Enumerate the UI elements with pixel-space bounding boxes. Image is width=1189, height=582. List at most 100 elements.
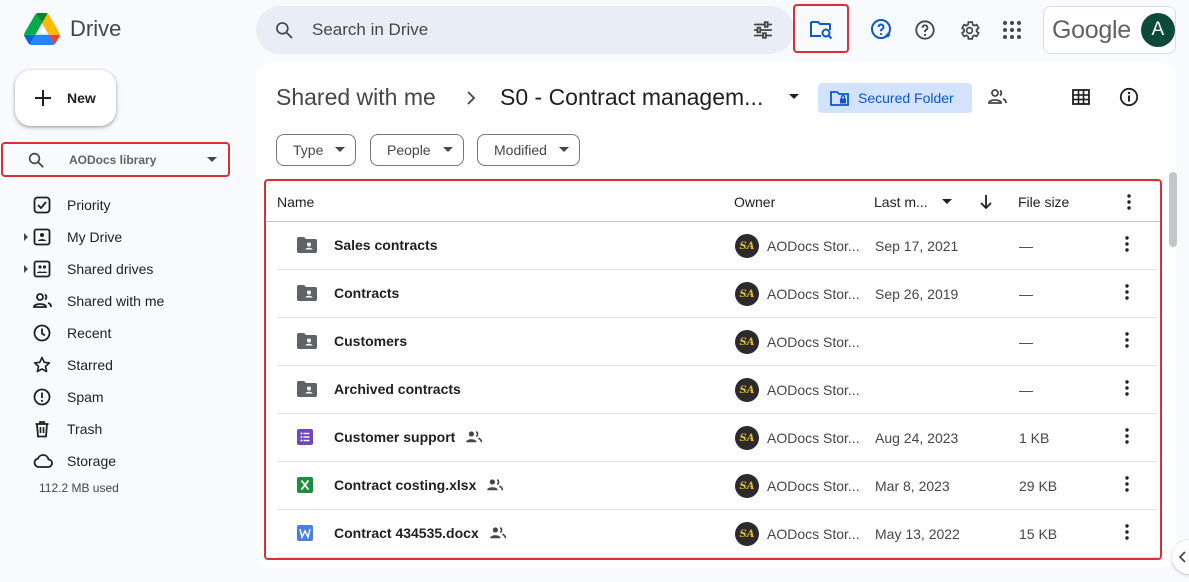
sidebar-item-my-drive[interactable]: My Drive [0, 221, 250, 253]
more-vert-icon[interactable] [1125, 524, 1129, 540]
sidebar-item-shared-with-me[interactable]: Shared with me [0, 285, 250, 317]
info-icon[interactable] [1119, 87, 1139, 107]
more-vert-icon[interactable] [1125, 476, 1129, 492]
shared-indicator [489, 526, 507, 540]
table-row[interactable]: Customer support SA AODocs Stor... Aug 24, … [277, 414, 1157, 462]
file-name-cell: Sales contracts [334, 237, 438, 253]
filter-label: Type [293, 142, 324, 158]
filter-modified[interactable]: Modified [477, 134, 580, 166]
help-button[interactable] [913, 18, 937, 42]
secured-folder-label: Secured Folder [858, 90, 954, 106]
row-more-button[interactable] [1125, 284, 1129, 300]
chevron-down-icon[interactable] [942, 199, 952, 205]
shared-folder-icon [297, 285, 317, 301]
table-row[interactable]: Contracts SA AODocs Stor... Sep 26, 2019 — [277, 270, 1157, 318]
sidebar-item-priority[interactable]: Priority [0, 189, 250, 221]
star-icon [33, 356, 51, 373]
column-last-modified[interactable]: Last m... [874, 194, 928, 210]
more-vert-icon[interactable] [1125, 380, 1129, 396]
row-more-button[interactable] [1125, 380, 1129, 396]
file-name: Contracts [334, 285, 400, 301]
locked-folder-icon [830, 91, 849, 106]
expand-arrow-icon[interactable] [23, 233, 29, 241]
scrollbar[interactable] [1169, 172, 1177, 247]
row-more-button[interactable] [1125, 428, 1129, 444]
expand-arrow-icon[interactable] [23, 265, 29, 273]
search-options-icon[interactable] [752, 19, 774, 41]
chevron-left-icon [1179, 551, 1186, 563]
account-switcher[interactable]: Google A [1043, 6, 1176, 54]
plus-icon [35, 90, 51, 106]
drive-logo[interactable]: Drive [24, 13, 121, 45]
table-row[interactable]: Contract costing.xlsx SA AODocs Stor... Mar… [277, 462, 1157, 510]
sidebar-item-shared-drives[interactable]: Shared drives [0, 253, 250, 285]
secured-folder-badge[interactable]: Secured Folder [818, 83, 972, 113]
owner-avatar: SA [735, 474, 759, 498]
sidebar-item-label: Recent [67, 325, 112, 341]
search-icon[interactable] [274, 20, 294, 40]
avatar[interactable]: A [1140, 13, 1175, 47]
search-icon [28, 152, 44, 168]
sidebar-item-starred[interactable]: Starred [0, 349, 250, 381]
last-modified: May 13, 2022 [875, 526, 960, 542]
sidebar-item-recent[interactable]: Recent [0, 317, 250, 349]
filter-type[interactable]: Type [276, 134, 357, 166]
owner-avatar: SA [735, 426, 759, 450]
file-name: Sales contracts [334, 237, 438, 253]
new-button[interactable]: New [15, 70, 116, 126]
table-row[interactable]: Archived contracts SA AODocs Stor... — [277, 366, 1157, 414]
trash-icon [35, 421, 49, 438]
sidebar-item-spam[interactable]: Spam [0, 381, 250, 413]
breadcrumb-parent[interactable]: Shared with me [276, 84, 436, 111]
search-input[interactable]: Search in Drive [312, 20, 752, 40]
table-row[interactable]: Customers SA AODocs Stor... — [277, 318, 1157, 366]
manage-access-icon[interactable] [988, 88, 1008, 106]
more-vert-icon[interactable] [1125, 428, 1129, 444]
column-owner[interactable]: Owner [734, 194, 775, 210]
forms-icon [297, 429, 313, 445]
shared-folder-icon [297, 333, 317, 349]
file-type-icon [297, 429, 313, 445]
sidebar-item-label: Spam [67, 389, 104, 405]
help-ai-icon [871, 19, 891, 39]
folder-search-button[interactable] [793, 4, 849, 53]
table-row[interactable]: Contract 434535.docx SA AODocs Stor... May … [277, 510, 1157, 558]
gear-icon [960, 20, 980, 40]
column-file-size[interactable]: File size [1018, 194, 1069, 210]
breadcrumb-current[interactable]: S0 - Contract managem... [500, 84, 763, 111]
apps-button[interactable] [1000, 18, 1024, 42]
owner-avatar: SA [735, 522, 759, 546]
chevron-down-icon [442, 147, 453, 152]
owner-name: AODocs Stor... [767, 430, 860, 446]
file-type-icon [297, 285, 317, 301]
more-vert-icon[interactable] [1127, 194, 1131, 210]
shared-indicator [465, 430, 483, 444]
sidebar-item-trash[interactable]: Trash [0, 413, 250, 445]
filter-people[interactable]: People [370, 134, 464, 166]
settings-button[interactable] [957, 18, 981, 42]
search-bar[interactable]: Search in Drive [256, 6, 794, 54]
support-button[interactable] [870, 18, 894, 42]
file-size: 29 KB [1019, 478, 1058, 494]
sidebar-item-storage[interactable]: Storage [0, 445, 250, 477]
chevron-down-icon[interactable] [788, 93, 800, 101]
more-vert-icon[interactable] [1125, 332, 1129, 348]
storage-used-text: 112.2 MB used [39, 481, 119, 495]
word-icon [297, 525, 313, 541]
row-more-button[interactable] [1125, 476, 1129, 492]
more-vert-icon[interactable] [1125, 284, 1129, 300]
column-name[interactable]: Name [277, 194, 314, 210]
owner-name: AODocs Stor... [767, 238, 860, 254]
sidebar-item-label: Storage [67, 453, 117, 469]
last-modified: Sep 17, 2021 [875, 238, 959, 254]
more-vert-icon[interactable] [1125, 236, 1129, 252]
sort-arrow-down-icon[interactable] [979, 194, 993, 210]
table-row[interactable]: Sales contracts SA AODocs Stor... Sep 17, 2… [277, 222, 1157, 270]
row-more-button[interactable] [1125, 524, 1129, 540]
file-type-icon [297, 333, 317, 349]
row-more-button[interactable] [1125, 332, 1129, 348]
grid-view-icon[interactable] [1071, 88, 1091, 106]
row-more-button[interactable] [1125, 236, 1129, 252]
file-size: 1 KB [1019, 430, 1050, 446]
library-selector[interactable]: AODocs library [1, 142, 230, 177]
